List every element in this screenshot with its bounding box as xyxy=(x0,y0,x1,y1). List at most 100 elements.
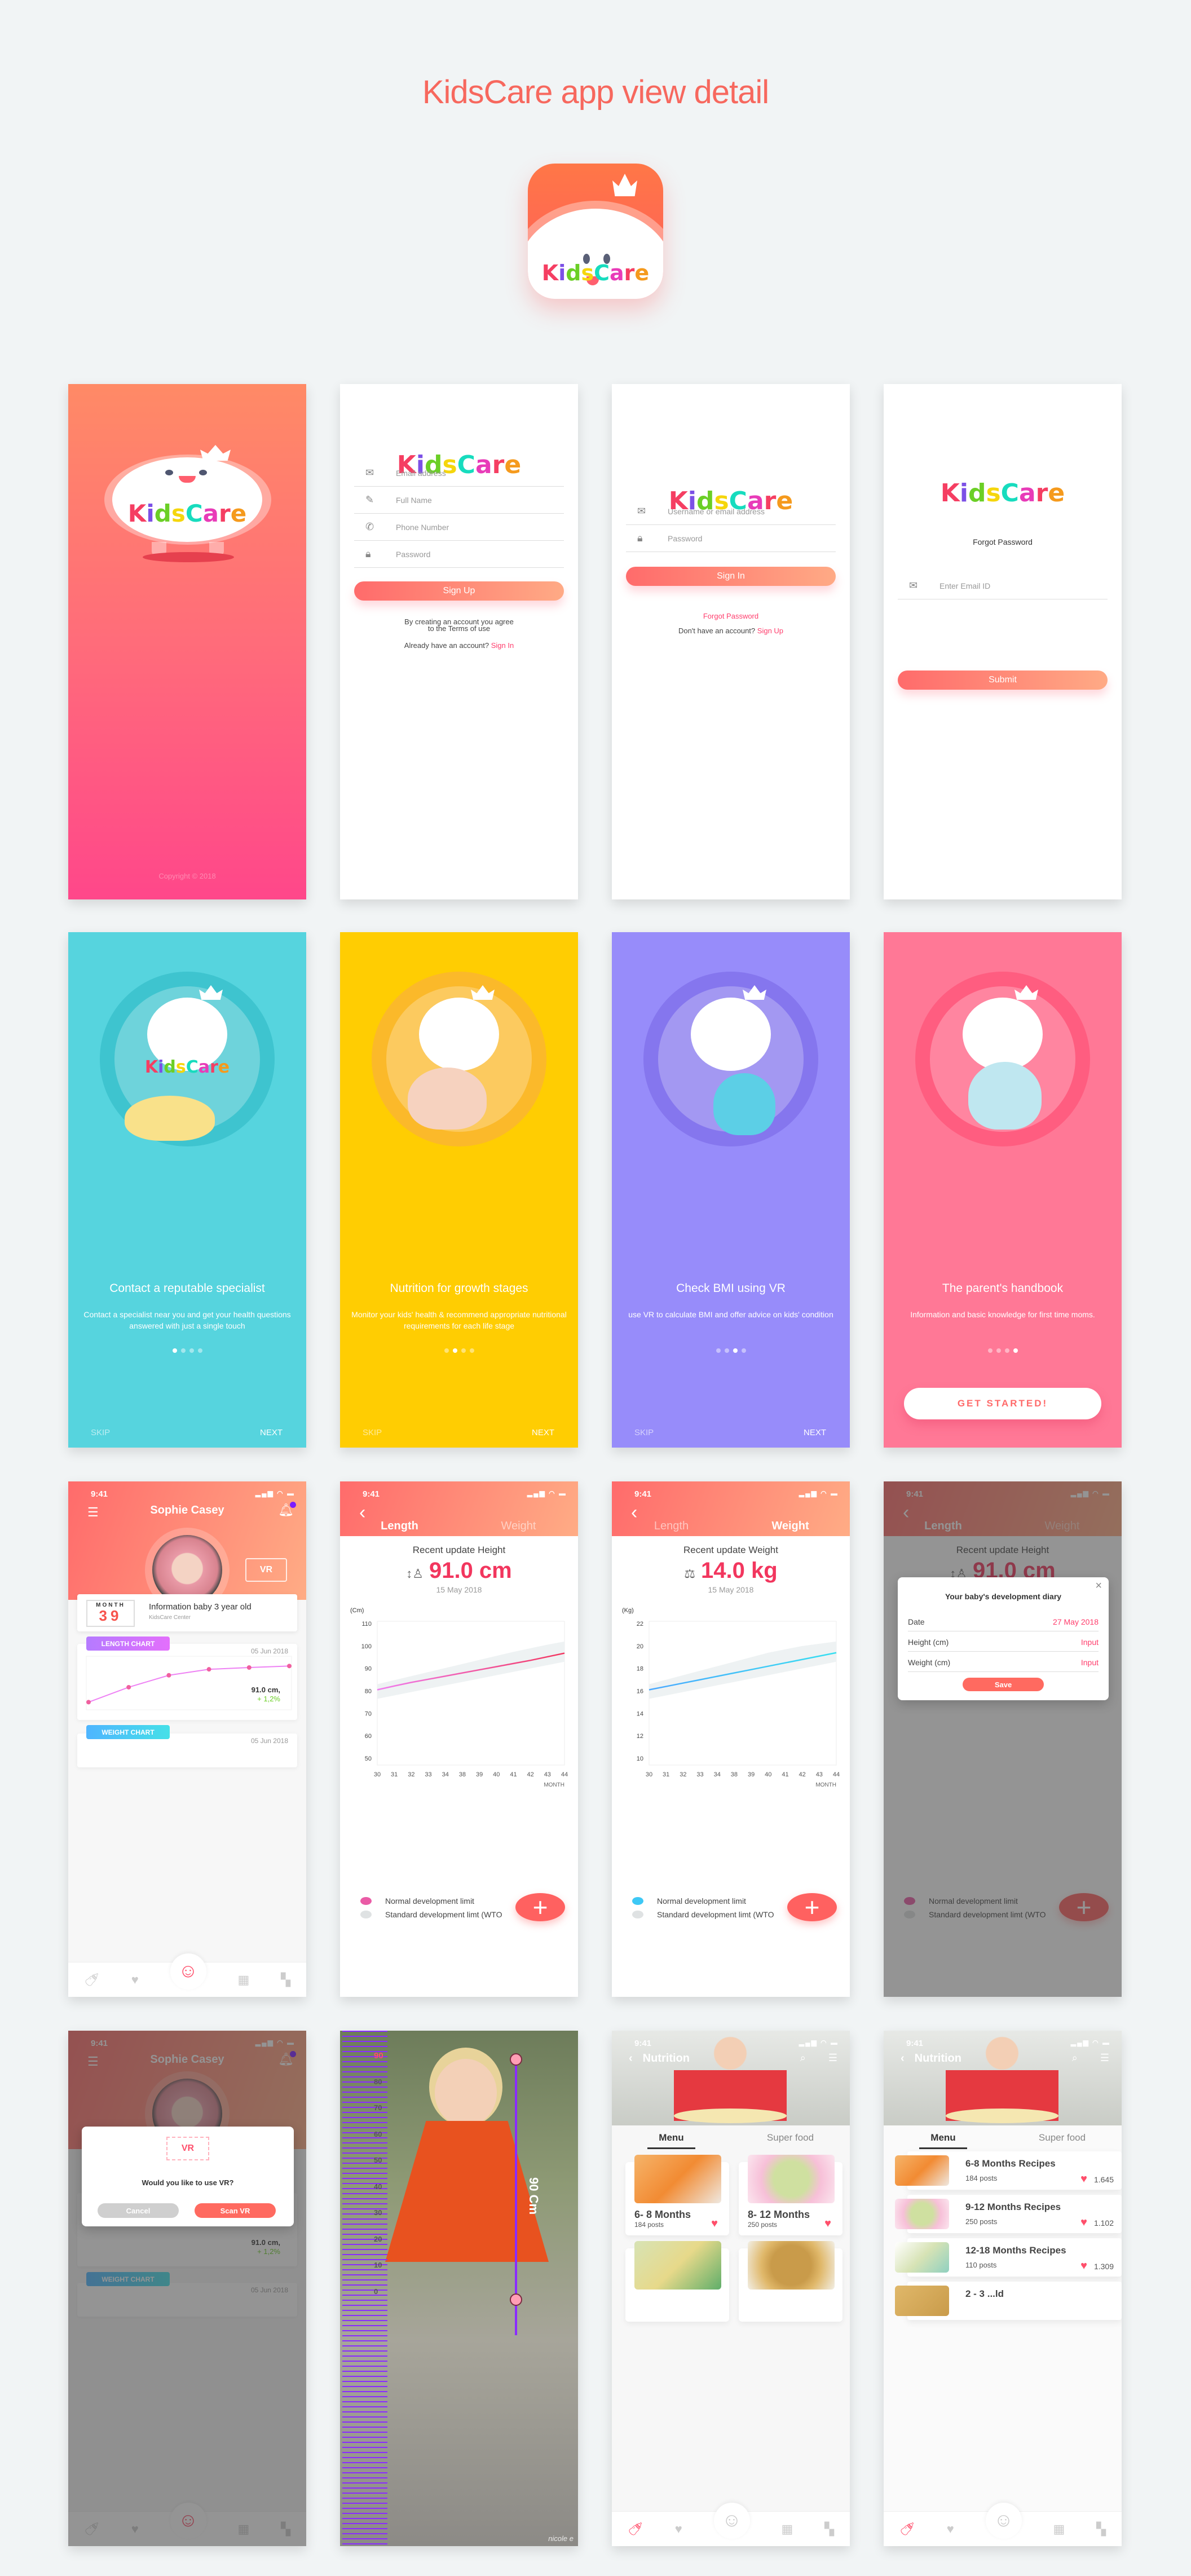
search-icon[interactable]: ⌕ xyxy=(800,2052,806,2064)
tab-length[interactable]: Length xyxy=(340,1520,459,1538)
dot[interactable] xyxy=(1013,1348,1018,1353)
heart-icon[interactable]: ♥ xyxy=(1080,2260,1087,2273)
notification-bell-icon[interactable]: 🔔︎ xyxy=(278,1502,296,1518)
bottle-icon[interactable]: 🍼︎ xyxy=(628,2522,643,2537)
ruler-label: 80 xyxy=(374,2077,382,2086)
weight-chart-badge[interactable]: WEIGHT CHART xyxy=(86,1725,170,1739)
close-icon[interactable]: × xyxy=(1095,1580,1102,1593)
modal-backdrop[interactable] xyxy=(884,1481,1122,1997)
heart-icon[interactable]: ♥ xyxy=(1080,2216,1087,2229)
logo-letter: a xyxy=(610,261,624,285)
calendar-icon[interactable]: ▦ xyxy=(237,1973,249,1987)
grid-icon[interactable]: ▚ xyxy=(281,1973,290,1987)
bottle-icon[interactable]: 🍼︎ xyxy=(899,2522,915,2537)
add-entry-button[interactable]: + xyxy=(515,1893,565,1922)
heartbeat-icon[interactable]: ♥ xyxy=(675,2522,682,2537)
sign-in-link[interactable]: Sign In xyxy=(491,641,514,650)
baby-face-icon[interactable]: ☺ xyxy=(985,2502,1022,2539)
info-card[interactable]: MONTH 39 Information baby 3 year old Kids… xyxy=(77,1594,297,1631)
bottle-icon[interactable]: 🍼︎ xyxy=(84,1973,100,1987)
baby-illustration xyxy=(713,1073,775,1135)
dot[interactable] xyxy=(172,1348,177,1353)
dot[interactable] xyxy=(452,1348,457,1353)
dot[interactable] xyxy=(197,1348,202,1353)
get-started-button[interactable]: GET STARTED! xyxy=(904,1388,1101,1419)
dot[interactable] xyxy=(189,1348,194,1353)
scan-vr-button[interactable]: Scan VR xyxy=(195,2203,276,2218)
length-chart-badge[interactable]: LENGTH CHART xyxy=(86,1637,170,1651)
logo-letter: e xyxy=(230,500,247,527)
cancel-button[interactable]: Cancel xyxy=(98,2203,179,2218)
dot[interactable] xyxy=(461,1348,466,1353)
calendar-icon[interactable]: ▦ xyxy=(1053,2522,1065,2537)
tab-super-food[interactable]: Super food xyxy=(731,2132,850,2143)
dot[interactable] xyxy=(996,1348,1001,1353)
tab-length[interactable]: Length xyxy=(612,1520,731,1537)
sign-up-button[interactable]: Sign Up xyxy=(354,581,564,601)
menu-card[interactable]: 6- 8 Months 184 posts ♥ xyxy=(625,2155,729,2235)
sign-in-button[interactable]: Sign In xyxy=(626,567,836,586)
username-field[interactable]: ✉ Username or email address xyxy=(626,498,836,525)
tab-super-food[interactable]: Super food xyxy=(1003,2132,1122,2143)
submit-button[interactable]: Submit xyxy=(898,671,1108,690)
length-chart-card[interactable]: 05 Jun 2018 91.0 cm, + 1,2% xyxy=(77,1644,297,1720)
skip-button[interactable]: SKIP xyxy=(634,1428,654,1437)
grid-icon[interactable]: ▚ xyxy=(824,2522,834,2537)
sign-up-link[interactable]: Sign Up xyxy=(757,627,783,635)
dot[interactable] xyxy=(716,1348,721,1353)
tab-menu[interactable]: Menu xyxy=(612,2132,731,2149)
date-row[interactable]: Date 27 May 2018 xyxy=(908,1612,1099,1631)
calendar-icon[interactable]: ▦ xyxy=(781,2522,793,2537)
list-icon[interactable]: ☰ xyxy=(1100,2052,1109,2064)
password-field[interactable]: 🔒︎ Password xyxy=(626,525,836,552)
add-entry-button[interactable]: + xyxy=(787,1893,837,1922)
heart-icon[interactable]: ♥ xyxy=(824,2217,831,2230)
baby-face-icon[interactable]: ☺ xyxy=(170,1953,206,1990)
back-arrow-icon[interactable]: ‹ xyxy=(629,2052,633,2065)
skip-button[interactable]: SKIP xyxy=(91,1428,110,1437)
menu-card[interactable]: 8- 12 Months 250 posts ♥ xyxy=(739,2155,842,2235)
forgot-password-link[interactable]: Forgot Password xyxy=(612,612,850,620)
dot[interactable] xyxy=(724,1348,729,1353)
signal-wifi-battery-icons: ▂▄▆ ◠ ▬ xyxy=(799,1489,839,1497)
list-icon[interactable]: ☰ xyxy=(828,2052,837,2064)
next-button[interactable]: NEXT xyxy=(532,1428,554,1437)
tab-weight[interactable]: Weight xyxy=(731,1520,850,1538)
signup-prompt: Don't have an account? Sign Up xyxy=(678,627,784,635)
heart-icon[interactable]: ♥ xyxy=(711,2217,718,2230)
dot[interactable] xyxy=(741,1348,746,1353)
length-data-point xyxy=(287,1664,292,1669)
phone-field[interactable]: ✆ Phone Number xyxy=(354,514,564,541)
search-icon[interactable]: ⌕ xyxy=(1072,2052,1078,2064)
save-button[interactable]: Save xyxy=(963,1678,1044,1691)
heartbeat-icon[interactable]: ♥ xyxy=(947,2522,954,2537)
next-button[interactable]: NEXT xyxy=(260,1428,283,1437)
menu-card[interactable] xyxy=(739,2241,842,2322)
password-field[interactable]: 🔒︎ Password xyxy=(354,541,564,568)
vr-scan-button[interactable]: VR xyxy=(245,1558,287,1582)
bottom-measure-handle[interactable] xyxy=(510,2293,522,2306)
weight-input-row[interactable]: Weight (cm) Input xyxy=(908,1653,1099,1672)
heartbeat-icon[interactable]: ♥ xyxy=(131,1973,139,1987)
height-input-row[interactable]: Height (cm) Input xyxy=(908,1633,1099,1652)
dot[interactable] xyxy=(733,1348,738,1353)
skip-button[interactable]: SKIP xyxy=(363,1428,382,1437)
modal-backdrop[interactable] xyxy=(68,2031,306,2546)
tab-menu[interactable]: Menu xyxy=(884,2132,1003,2149)
next-button[interactable]: NEXT xyxy=(804,1428,826,1437)
dot[interactable] xyxy=(180,1348,186,1353)
email-id-field[interactable]: ✉ Enter Email ID xyxy=(898,572,1108,599)
top-measure-handle[interactable] xyxy=(510,2053,522,2066)
grid-icon[interactable]: ▚ xyxy=(1096,2522,1106,2537)
dot[interactable] xyxy=(444,1348,449,1353)
email-field[interactable]: ✉ Email address xyxy=(354,460,564,487)
heart-icon[interactable]: ♥ xyxy=(1080,2173,1087,2186)
dot[interactable] xyxy=(1004,1348,1009,1353)
dot[interactable] xyxy=(987,1348,993,1353)
baby-face-icon[interactable]: ☺ xyxy=(713,2502,750,2539)
dot[interactable] xyxy=(469,1348,474,1353)
back-arrow-icon[interactable]: ‹ xyxy=(901,2052,905,2065)
full-name-field[interactable]: ✎ Full Name xyxy=(354,487,564,514)
menu-card[interactable] xyxy=(625,2241,729,2322)
tab-weight[interactable]: Weight xyxy=(459,1520,578,1537)
